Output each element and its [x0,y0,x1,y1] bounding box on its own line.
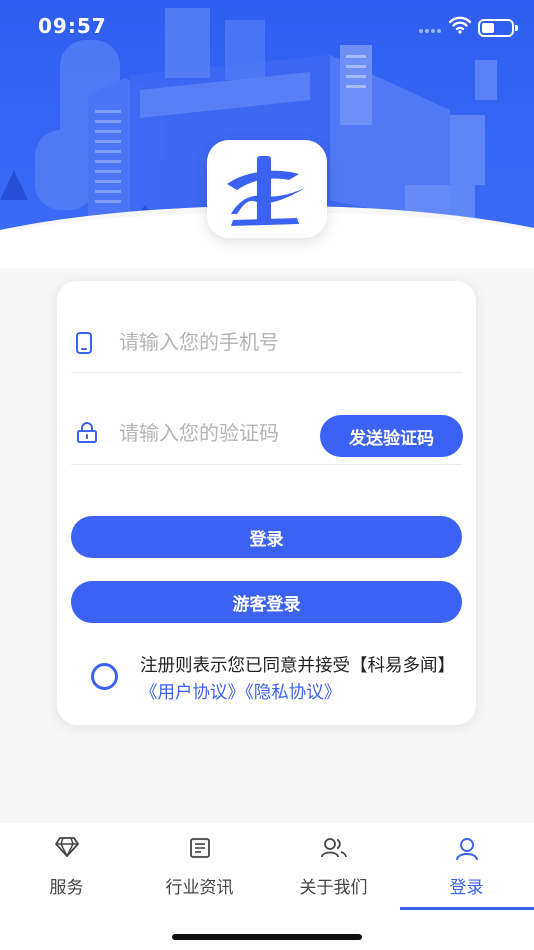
tab-service[interactable]: 服务 [0,823,133,909]
send-code-button[interactable]: 发送验证码 [320,415,463,457]
agreement-statement: 注册则表示您已同意并接受【科易多闻】 [140,656,455,676]
home-indicator [172,934,362,940]
news-icon [189,838,210,858]
tab-industry-news[interactable]: 行业资讯 [133,823,266,909]
guest-login-button[interactable]: 游客登录 [71,581,462,623]
tab-login-label: 登录 [449,878,484,898]
logo-mark-icon [227,156,305,226]
wifi-icon [449,16,471,34]
phone-icon [76,332,92,354]
tab-about-us[interactable]: 关于我们 [267,823,400,909]
app-logo [207,140,327,238]
phone-row [71,309,462,373]
tab-login[interactable]: 登录 [400,823,533,909]
diamond-icon [54,837,79,857]
login-card: 发送验证码 登录 游客登录 注册则表示您已同意并接受【科易多闻】《用户协议》《隐… [57,281,476,725]
tab-about-us-label: 关于我们 [299,878,368,898]
active-tab-indicator [400,907,534,910]
bottom-tab-bar: 服务 行业资讯 关于我们 登录 [0,823,534,950]
phone-input[interactable] [119,325,449,359]
privacy-agreement-link[interactable]: 《隐私协议》 [245,683,341,703]
status-bar: 09:57 [0,0,534,54]
user-agreement-link[interactable]: 《用户协议》 [140,683,245,703]
tab-service-label: 服务 [49,878,84,898]
agreement-radio[interactable] [91,663,118,690]
people-icon [320,838,347,858]
user-icon [455,838,478,861]
code-input[interactable] [119,416,319,450]
lock-icon [77,422,97,443]
agreement-text: 注册则表示您已同意并接受【科易多闻】《用户协议》《隐私协议》 [140,653,465,707]
code-row: 发送验证码 [71,400,463,465]
login-button[interactable]: 登录 [71,516,462,558]
cellular-signal-icon [419,29,441,33]
battery-icon [478,19,518,37]
status-time: 09:57 [38,14,107,38]
tab-industry-news-label: 行业资讯 [165,878,234,898]
